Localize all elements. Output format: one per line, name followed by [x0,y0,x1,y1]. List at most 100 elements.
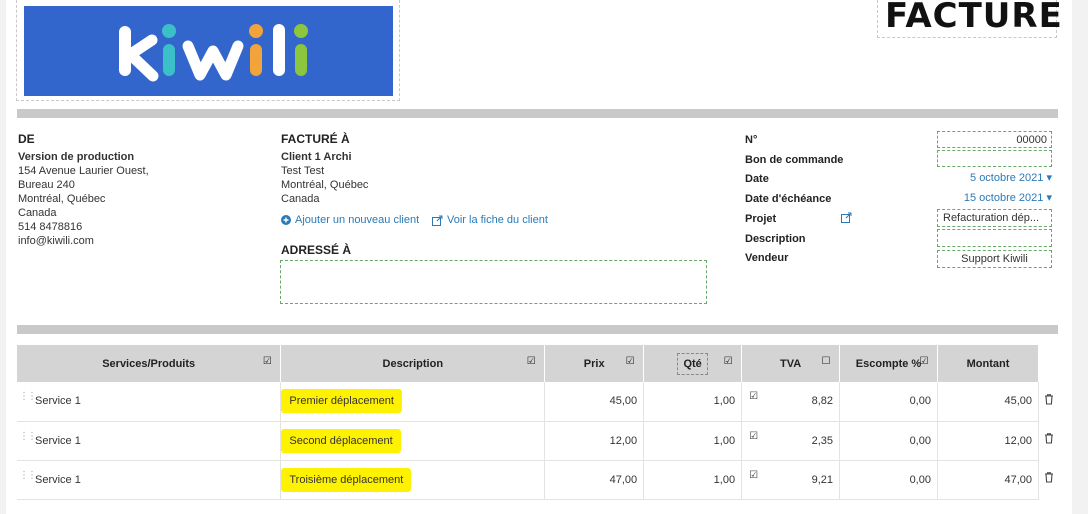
from-heading: DE [18,132,35,146]
client-line: Canada [281,193,320,205]
due-date-value: 15 octobre 2021 [963,192,1044,204]
document-title: FACTURE [885,0,1063,36]
price-cell[interactable]: 12,00 [544,421,645,461]
from-line: 514 8478816 [18,221,83,233]
tax-value: 8,82 [811,395,834,408]
external-link-icon[interactable] [841,212,852,223]
tax-cell[interactable]: ☑ 8,82 [741,382,841,422]
col-header-qty[interactable]: Qté ☑ [643,345,743,382]
drag-handle-icon[interactable]: ⋮⋮ [19,470,37,480]
description-cell[interactable]: Premier déplacement [280,382,546,422]
external-link-icon [432,215,443,226]
section-divider [17,109,1058,118]
product-value: Service 1 [35,434,81,447]
from-block: DE Version de production 154 Avenue Laur… [18,132,149,248]
kiwili-logo [24,6,393,96]
col-header-label: Prix [583,357,605,370]
drag-handle-icon[interactable]: ⋮⋮ [19,392,37,402]
trash-icon[interactable] [1043,432,1055,444]
qty-cell[interactable]: 1,00 [643,460,743,500]
checkbox-checked-icon[interactable]: ☑ [748,431,758,442]
po-input[interactable] [937,150,1052,167]
amount-cell: 47,00 [937,460,1040,500]
checkbox-checked-icon[interactable]: ☑ [919,357,929,367]
add-client-label: Ajouter un nouveau client [295,214,420,226]
col-header-label: Services/Produits [102,357,196,370]
product-cell[interactable]: ⋮⋮ Service 1 [17,382,282,422]
col-header-amount: Montant [937,345,1040,382]
addressed-to-heading: ADRESSÉ À [281,243,352,257]
client-line: Montréal, Québec [281,179,369,191]
col-header-label: Qté [677,352,708,375]
view-client-link[interactable]: Voir la fiche du client [432,214,548,226]
col-header-product[interactable]: Services/Produits ☑ [17,345,282,382]
billed-to-heading: FACTURÉ À [281,132,350,146]
project-input[interactable]: Refacturation dép... [937,209,1052,227]
description-cell[interactable]: Second déplacement [280,421,546,461]
checkbox-checked-icon[interactable]: ☑ [723,357,733,367]
from-line: Bureau 240 [18,179,75,191]
client-line: Test Test [281,165,325,177]
seller-select[interactable]: Support Kiwili [937,250,1052,268]
description-value: Troisième déplacement [281,467,412,492]
checkbox-unchecked-icon[interactable]: ☐ [821,357,831,367]
price-cell[interactable]: 47,00 [544,460,645,500]
product-value: Service 1 [35,473,81,486]
add-client-link[interactable]: Ajouter un nouveau client [281,214,419,226]
description-value: Premier déplacement [281,389,402,414]
col-header-label: TVA [779,357,802,370]
tax-value: 9,21 [811,473,834,486]
col-header-price[interactable]: Prix ☑ [544,345,645,382]
trash-icon[interactable] [1043,393,1055,405]
drag-handle-icon[interactable]: ⋮⋮ [19,431,37,441]
checkbox-checked-icon[interactable]: ☑ [748,470,758,481]
table-row: ⋮⋮ Service 1 Premier déplacement 45,00 1,… [17,382,1040,422]
description-label: Description [745,233,806,245]
section-divider [17,325,1058,334]
due-date-picker[interactable]: 15 octobre 2021 ▾ [906,191,1052,204]
discount-cell[interactable]: 0,00 [839,421,938,461]
tax-cell[interactable]: ☑ 9,21 [741,460,841,500]
from-line: Montréal, Québec [18,193,106,205]
from-line: Canada [18,207,57,219]
product-cell[interactable]: ⋮⋮ Service 1 [17,460,282,500]
col-header-discount[interactable]: Escompte % ☑ [839,345,938,382]
price-cell[interactable]: 45,00 [544,382,645,422]
number-label: N° [745,134,758,146]
checkbox-checked-icon[interactable]: ☑ [262,357,272,367]
table-row: ⋮⋮ Service 1 Second déplacement 12,00 1,0… [17,421,1040,461]
col-header-label: Escompte % [855,357,922,370]
discount-cell[interactable]: 0,00 [839,382,938,422]
plus-circle-icon [281,215,291,225]
addressed-to-input[interactable] [280,260,707,304]
qty-cell[interactable]: 1,00 [643,421,743,461]
discount-cell[interactable]: 0,00 [839,460,938,500]
caret-down-icon: ▾ [1046,192,1052,204]
description-cell[interactable]: Troisième déplacement [280,460,546,500]
trash-icon[interactable] [1043,471,1055,483]
col-header-description[interactable]: Description ☑ [280,345,546,382]
checkbox-checked-icon[interactable]: ☑ [625,357,635,367]
number-input[interactable]: 00000 [937,131,1052,148]
checkbox-checked-icon[interactable]: ☑ [748,392,758,402]
col-header-tax[interactable]: TVA ☐ [741,345,841,382]
product-cell[interactable]: ⋮⋮ Service 1 [17,421,282,461]
due-date-label: Date d'échéance [745,193,832,205]
description-value: Second déplacement [281,428,401,453]
checkbox-checked-icon[interactable]: ☑ [526,357,536,367]
po-label: Bon de commande [745,154,844,166]
from-name: Version de production [18,151,135,163]
qty-cell[interactable]: 1,00 [643,382,743,422]
caret-down-icon: ▾ [1046,172,1052,184]
tax-cell[interactable]: ☑ 2,35 [741,421,841,461]
from-line: 154 Avenue Laurier Ouest, [18,165,149,177]
billed-to-block: FACTURÉ À Client 1 Archi Test Test Montr… [281,132,368,206]
col-header-label: Montant [966,357,1010,370]
date-picker[interactable]: 5 octobre 2021 ▾ [906,171,1052,184]
from-line: info@kiwili.com [18,235,94,247]
client-name[interactable]: Client 1 Archi [281,150,368,164]
description-input[interactable] [937,229,1052,247]
product-value: Service 1 [35,395,81,408]
seller-label: Vendeur [745,252,789,264]
date-value: 5 octobre 2021 [970,172,1044,184]
